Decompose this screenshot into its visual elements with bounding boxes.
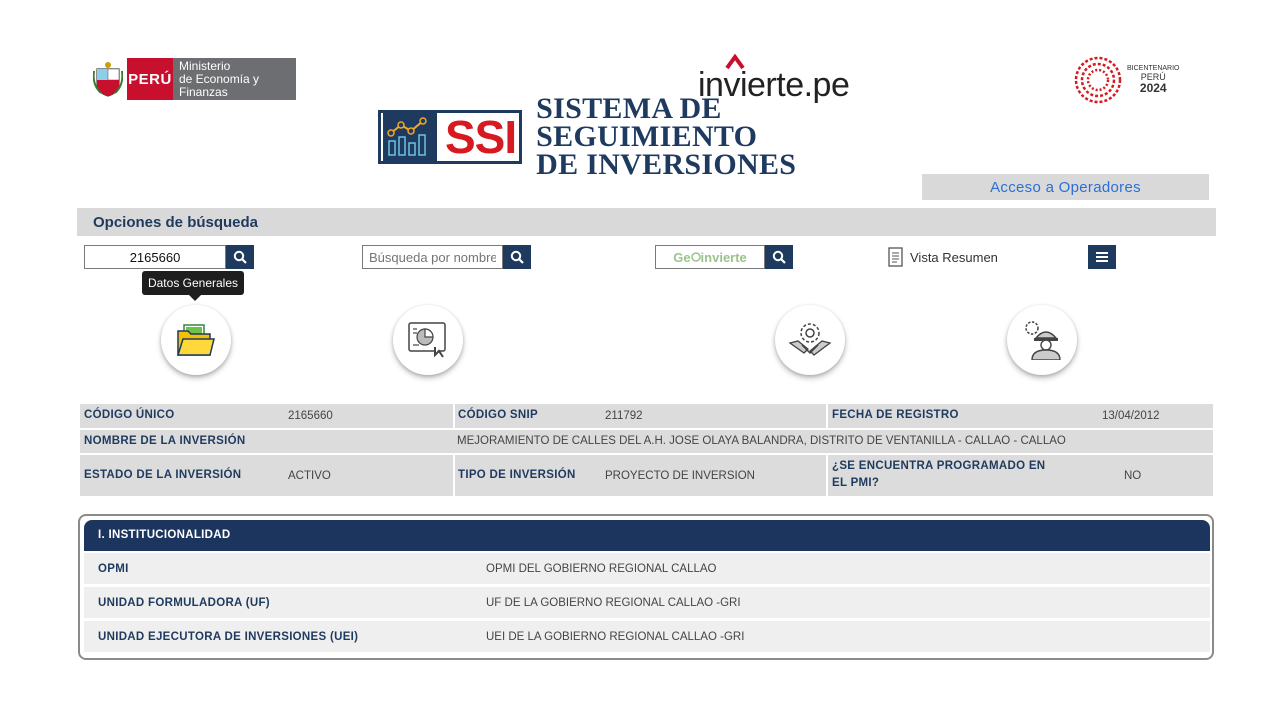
code-search-input[interactable] <box>84 245 226 269</box>
nombre-inversion-label: NOMBRE DE LA INVERSIÓN <box>84 435 246 447</box>
uei-value: UEI DE LA GOBIERNO REGIONAL CALLAO -GRI <box>486 631 745 643</box>
tipo-inversion-value: PROYECTO DE INVERSION <box>605 470 755 482</box>
tipo-inversion-label: TIPO DE INVERSIÓN <box>458 469 576 481</box>
pmi-value: NO <box>1124 470 1142 482</box>
code-search-group <box>84 245 254 269</box>
codigo-snip-label: CÓDIGO SNIP <box>458 409 538 421</box>
institucionalidad-header[interactable]: I. INSTITUCIONALIDAD <box>84 520 1210 551</box>
ejecucion-button[interactable] <box>1007 305 1077 375</box>
search-options-title: Opciones de búsqueda <box>93 214 259 231</box>
inst-row-uf: UNIDAD FORMULADORA (UF) UF DE LA GOBIERN… <box>84 587 1210 618</box>
opmi-label: OPMI <box>98 563 129 575</box>
info-row-1: CÓDIGO ÚNICO 2165660 CÓDIGO SNIP 211792 … <box>80 404 1213 428</box>
report-chart-icon <box>408 322 446 358</box>
bicentenario-text: BICENTENARIO PERÚ 2024 <box>1127 64 1180 95</box>
fecha-registro-value: 13/04/2012 <box>1102 410 1160 422</box>
pmi-label-line-1: ¿SE ENCUENTRA PROGRAMADO EN <box>832 460 1046 472</box>
ssi-chart-icon <box>383 113 437 161</box>
ssi-short-name: SSI <box>445 111 517 163</box>
ssi-title-line-2: DE INVERSIONES <box>536 148 797 181</box>
uf-label: UNIDAD FORMULADORA (UF) <box>98 597 270 609</box>
estado-inversion-value: ACTIVO <box>288 470 331 482</box>
datos-generales-tooltip: Datos Generales <box>142 271 244 301</box>
ssi-badge: SSI <box>378 110 523 164</box>
name-search-button[interactable] <box>503 245 531 269</box>
search-icon <box>233 250 247 264</box>
uei-label: UNIDAD EJECUTORA DE INVERSIONES (UEI) <box>98 631 359 643</box>
nombre-inversion-value: MEJORAMIENTO DE CALLES DEL A.H. JOSE OLA… <box>457 435 1066 447</box>
fecha-registro-label: FECHA DE REGISTRO <box>832 409 959 421</box>
handshake-icon <box>788 323 832 356</box>
ministry-line-2: de Economía y Finanzas <box>179 71 260 99</box>
geoinvierte-label-a: Ge <box>673 249 691 265</box>
inst-row-opmi: OPMI OPMI DEL GOBIERNO REGIONAL CALLAO <box>84 553 1210 584</box>
codigo-snip-value: 211792 <box>605 410 643 422</box>
bicentenario-year: 2024 <box>1139 81 1167 95</box>
hamburger-menu-icon <box>1096 252 1108 262</box>
ministry-line-1: Ministerio <box>179 58 231 73</box>
name-search-group <box>362 245 531 269</box>
mef-logo: PERÚ Ministerio de Economía y Finanzas <box>93 58 301 100</box>
ministry-name: Ministerio de Economía y Finanzas <box>173 58 296 100</box>
opmi-value: OPMI DEL GOBIERNO REGIONAL CALLAO <box>486 563 717 575</box>
info-row-3: ESTADO DE LA INVERSIÓN ACTIVO TIPO DE IN… <box>80 455 1213 496</box>
menu-button[interactable] <box>1088 245 1116 269</box>
code-search-button[interactable] <box>226 245 254 269</box>
ssi-title-line-1: SISTEMA DE SEGUIMIENTO <box>536 92 758 153</box>
geoinvierte-search-button[interactable] <box>765 245 793 269</box>
codigo-unico-label: CÓDIGO ÚNICO <box>84 409 175 421</box>
acceso-operadores-button[interactable]: Acceso a Operadores <box>922 174 1209 200</box>
globe-icon <box>690 252 701 262</box>
bicentenario-sun-icon <box>1074 56 1122 104</box>
vista-resumen-link[interactable]: Vista Resumen <box>887 246 998 268</box>
peru-coat-of-arms-icon <box>93 62 123 97</box>
ssi-full-title: SISTEMA DE SEGUIMIENTO DE INVERSIONES <box>536 92 918 181</box>
geoinvierte-search-group: Ge invierte <box>655 245 793 269</box>
ssi-logo: SSI SISTEMA DE SEGUIMIENTO DE INVERSIONE… <box>378 94 918 180</box>
document-icon <box>888 247 903 267</box>
codigo-unico-value: 2165660 <box>288 410 333 422</box>
convenios-button[interactable] <box>775 305 845 375</box>
datos-generales-button[interactable] <box>161 305 231 375</box>
estado-inversion-label: ESTADO DE LA INVERSIÓN <box>84 469 242 481</box>
search-icon <box>510 250 524 264</box>
peru-label: PERÚ <box>127 58 173 100</box>
bicentenario-logo: BICENTENARIO PERÚ 2024 <box>1072 54 1192 106</box>
uf-value: UF DE LA GOBIERNO REGIONAL CALLAO -GRI <box>486 597 741 609</box>
engineer-icon <box>1025 321 1061 360</box>
geoinvierte-label-b: invierte <box>700 249 747 265</box>
search-options-bar: Opciones de búsqueda <box>77 208 1216 236</box>
institucionalidad-panel: I. INSTITUCIONALIDAD OPMI OPMI DEL GOBIE… <box>78 514 1214 660</box>
reportes-button[interactable] <box>393 305 463 375</box>
pmi-label-line-2: EL PMI? <box>832 477 880 489</box>
name-search-input[interactable] <box>362 245 503 269</box>
folder-icon <box>176 324 215 356</box>
institucionalidad-title: I. INSTITUCIONALIDAD <box>98 529 231 541</box>
vista-resumen-label: Vista Resumen <box>910 249 998 265</box>
geoinvierte-field[interactable]: Ge invierte <box>655 245 765 269</box>
info-row-2: NOMBRE DE LA INVERSIÓN MEJORAMIENTO DE C… <box>80 430 1213 453</box>
search-icon <box>772 250 786 264</box>
inst-row-uei: UNIDAD EJECUTORA DE INVERSIONES (UEI) UE… <box>84 621 1210 652</box>
